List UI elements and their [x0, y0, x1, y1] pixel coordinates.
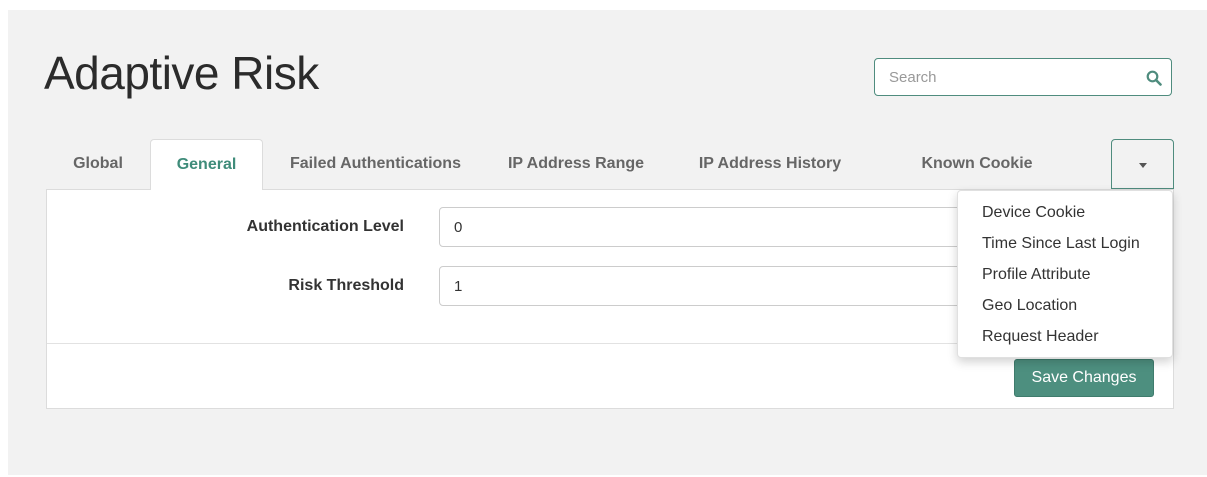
dropdown-item-profile-attribute[interactable]: Profile Attribute	[982, 261, 1091, 289]
page-title: Adaptive Risk	[44, 47, 319, 99]
search-input[interactable]	[875, 59, 1135, 95]
search-box[interactable]	[874, 58, 1172, 96]
page-container: Adaptive Risk Global General Failed Auth…	[8, 10, 1207, 475]
caret-down-icon	[1139, 163, 1147, 168]
dropdown-item-request-header[interactable]: Request Header	[982, 323, 1099, 351]
tab-general[interactable]: General	[150, 139, 263, 190]
dropdown-item-geo-location[interactable]: Geo Location	[982, 292, 1077, 320]
tab-ip-address-history[interactable]: IP Address History	[664, 139, 876, 189]
tab-global[interactable]: Global	[46, 139, 150, 189]
tab-ip-address-range[interactable]: IP Address Range	[488, 139, 664, 189]
tab-bar: Global General Failed Authentications IP…	[46, 139, 1174, 190]
dropdown-item-device-cookie[interactable]: Device Cookie	[982, 199, 1085, 227]
search-icon[interactable]	[1146, 70, 1162, 86]
more-tabs-dropdown: Device Cookie Time Since Last Login Prof…	[957, 190, 1173, 358]
more-tabs-toggle[interactable]	[1111, 139, 1174, 189]
risk-threshold-label: Risk Threshold	[288, 277, 404, 294]
save-changes-button[interactable]: Save Changes	[1014, 359, 1154, 397]
dropdown-item-time-since-last-login[interactable]: Time Since Last Login	[982, 230, 1140, 258]
tab-known-cookie[interactable]: Known Cookie	[876, 139, 1078, 189]
tab-failed-authentications[interactable]: Failed Authentications	[263, 139, 488, 189]
authentication-level-label: Authentication Level	[246, 218, 404, 235]
